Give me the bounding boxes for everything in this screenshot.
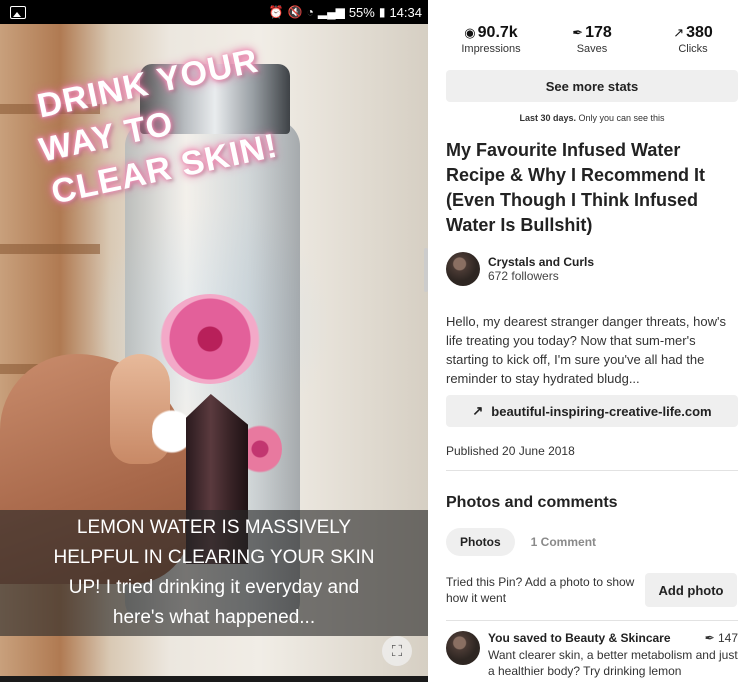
- pin-stats: ◉ 90.7k Impressions ✒ 178 Saves ↗ 380 Click…: [446, 24, 738, 55]
- stat-value: 380: [686, 24, 713, 41]
- alarm-icon: ⏰: [268, 5, 284, 19]
- image-headline: DRINK YOUR WAY TO CLEAR SKIN!: [30, 42, 330, 216]
- activity-text: Want clearer skin, a better metabolism a…: [488, 648, 738, 678]
- eye-icon: ◉: [464, 25, 476, 40]
- status-bar: ⏰ 🔇 ◔ ▂▄▆ 55% ▮ 14:34: [0, 0, 428, 24]
- add-photo-button[interactable]: Add photo: [645, 573, 737, 607]
- avatar[interactable]: [446, 252, 480, 286]
- stat-clicks: ↗ 380 Clicks: [648, 24, 738, 55]
- activity-item[interactable]: You saved to Beauty & Skincare ✒ 147 Wan…: [446, 630, 738, 679]
- pin-title[interactable]: My Favourite Infused Water Recipe & Why …: [446, 138, 738, 238]
- stat-label: Saves: [576, 43, 608, 55]
- arrow-up-right-icon: ↗: [472, 403, 484, 418]
- avatar[interactable]: [446, 631, 480, 665]
- scrollbar[interactable]: [424, 248, 428, 292]
- save-count: 147: [717, 631, 738, 645]
- caption-line: HELPFUL IN CLEARING YOUR SKIN: [53, 547, 375, 568]
- published-date: Published 20 June 2018: [446, 444, 575, 458]
- board-link[interactable]: Beauty & Skincare: [565, 631, 670, 645]
- image-caption: LEMON WATER IS MASSIVELY HELPFUL IN CLEA…: [0, 510, 428, 636]
- author-followers: 672 followers: [488, 269, 559, 283]
- period-bold: Last 30 days.: [519, 113, 576, 123]
- expand-icon: ⛶: [391, 642, 403, 660]
- stat-label: Impressions: [461, 43, 521, 55]
- photos-comments-tabs: Photos 1 Comment: [446, 528, 596, 556]
- stats-period: Last 30 days. Only you can see this: [446, 113, 738, 123]
- author[interactable]: Crystals and Curls 672 followers: [446, 252, 594, 286]
- bottom-edge: [0, 676, 428, 682]
- pin-icon: ✒: [572, 25, 584, 40]
- stat-label: Clicks: [678, 43, 708, 55]
- visit-link-button[interactable]: ↗ beautiful-inspiring-creative-life.com: [446, 395, 738, 427]
- gallery-icon: [10, 5, 26, 19]
- divider: [446, 470, 738, 471]
- pink-flower: [160, 294, 260, 384]
- battery-icon: ▮: [378, 5, 386, 19]
- pin-image-area: ⏰ 🔇 ◔ ▂▄▆ 55% ▮ 14:34 DRINK YOUR WAY TO …: [0, 0, 428, 682]
- caption-line: UP! I tried drinking it everyday and: [68, 577, 360, 598]
- caption-line: LEMON WATER IS MASSIVELY: [76, 517, 352, 538]
- tried-this-prompt: Tried this Pin? Add a photo to show how …: [446, 575, 635, 605]
- clock: 14:34: [389, 4, 422, 20]
- wifi-icon: ◔: [306, 5, 314, 19]
- see-more-stats-button[interactable]: See more stats: [446, 70, 738, 102]
- stat-saves: ✒ 178 Saves: [547, 24, 637, 55]
- stat-impressions: ◉ 90.7k Impressions: [446, 24, 536, 55]
- tab-comments[interactable]: 1 Comment: [531, 535, 596, 549]
- photos-comments-heading: Photos and comments: [446, 494, 618, 511]
- stat-value: 178: [585, 24, 612, 41]
- stat-value: 90.7k: [477, 24, 518, 41]
- signal-icon: ▂▄▆: [317, 5, 345, 19]
- caption-line: here's what happened...: [112, 607, 316, 628]
- pin-icon: ✒: [704, 631, 715, 645]
- shelf-decoration: [0, 244, 100, 254]
- battery-percent: 55%: [348, 4, 375, 20]
- author-name[interactable]: Crystals and Curls: [488, 255, 594, 269]
- link-label: beautiful-inspiring-creative-life.com: [491, 403, 712, 419]
- arrow-up-right-icon: ↗: [673, 25, 685, 40]
- expand-image-button[interactable]: ⛶: [382, 636, 412, 666]
- pin-description: Hello, my dearest stranger danger threat…: [446, 314, 726, 386]
- tab-photos[interactable]: Photos: [446, 528, 515, 556]
- mute-icon: 🔇: [287, 5, 303, 19]
- activity-prefix: You saved to: [488, 631, 562, 645]
- period-note: Only you can see this: [578, 113, 665, 123]
- pin-details-panel: ◉ 90.7k Impressions ✒ 178 Saves ↗ 380 Click…: [430, 0, 750, 682]
- divider: [446, 620, 738, 621]
